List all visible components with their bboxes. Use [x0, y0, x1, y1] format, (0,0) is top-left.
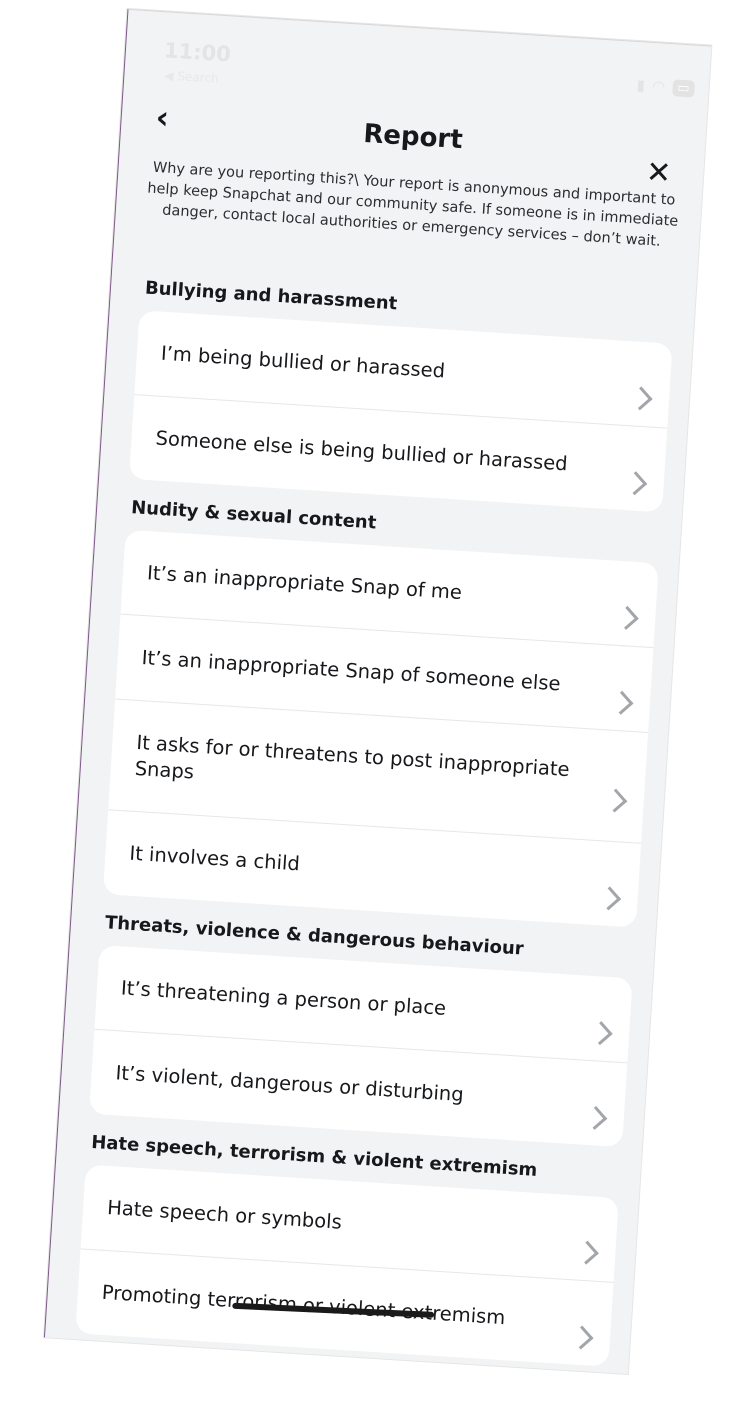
phone-screen: 11:00 ◀ Search ▮ ◠ ▭ ‹ Report ✕ Why are … — [43, 8, 712, 1374]
option-label-prefix: Promoting ter — [101, 1280, 236, 1313]
option-label: It asks for or threatens to post inappro… — [134, 730, 571, 784]
option-label: Someone else is being bullied or harasse… — [154, 426, 569, 476]
option-label: I’m being bullied or harassed — [160, 341, 446, 383]
chevron-right-icon — [623, 471, 648, 496]
struck-through-text: rorism or violent ext — [234, 1289, 433, 1325]
status-icons: ▮ ◠ ▭ — [636, 76, 696, 98]
close-icon: ✕ — [645, 154, 673, 192]
signal-icon: ▮ — [636, 76, 646, 95]
back-to-app-link[interactable]: ◀ Search — [164, 68, 219, 85]
option-label: Promoting terrorism or violent extremism — [101, 1280, 506, 1331]
status-time: 11:00 — [163, 38, 232, 67]
chevron-right-icon — [597, 886, 622, 911]
chevron-right-icon — [628, 386, 653, 411]
chevron-right-icon — [588, 1021, 613, 1046]
option-label: It involves a child — [128, 841, 301, 876]
wifi-icon: ◠ — [652, 77, 665, 96]
card-threats: It’s threatening a person or place It’s … — [89, 944, 633, 1148]
chevron-right-icon — [609, 690, 634, 715]
option-label: Hate speech or symbols — [106, 1195, 343, 1234]
option-label: It’s violent, dangerous or disturbing — [114, 1061, 465, 1107]
option-label: It’s an inappropriate Snap of me — [146, 561, 463, 604]
card-nudity: It’s an inappropriate Snap of me It’s an… — [102, 529, 659, 928]
report-options: Bullying and harassment I’m being bullie… — [44, 275, 694, 1374]
chevron-right-icon — [583, 1105, 608, 1130]
chevron-right-icon — [569, 1325, 594, 1350]
card-hate: Hate speech or symbols Promoting terrori… — [75, 1164, 619, 1367]
option-label-suffix: remism — [431, 1301, 506, 1330]
chevron-right-icon — [614, 605, 639, 630]
screenshot-canvas: 11:00 ◀ Search ▮ ◠ ▭ ‹ Report ✕ Why are … — [0, 0, 744, 1406]
battery-icon: ▭ — [671, 78, 696, 98]
card-bullying: I’m being bullied or harassed Someone el… — [129, 310, 673, 513]
option-label: It’s an inappropriate Snap of someone el… — [141, 646, 562, 696]
close-button[interactable]: ✕ — [645, 155, 672, 192]
option-label: It’s threatening a person or place — [120, 976, 447, 1020]
chevron-right-icon — [574, 1240, 599, 1265]
chevron-right-icon — [603, 788, 628, 813]
